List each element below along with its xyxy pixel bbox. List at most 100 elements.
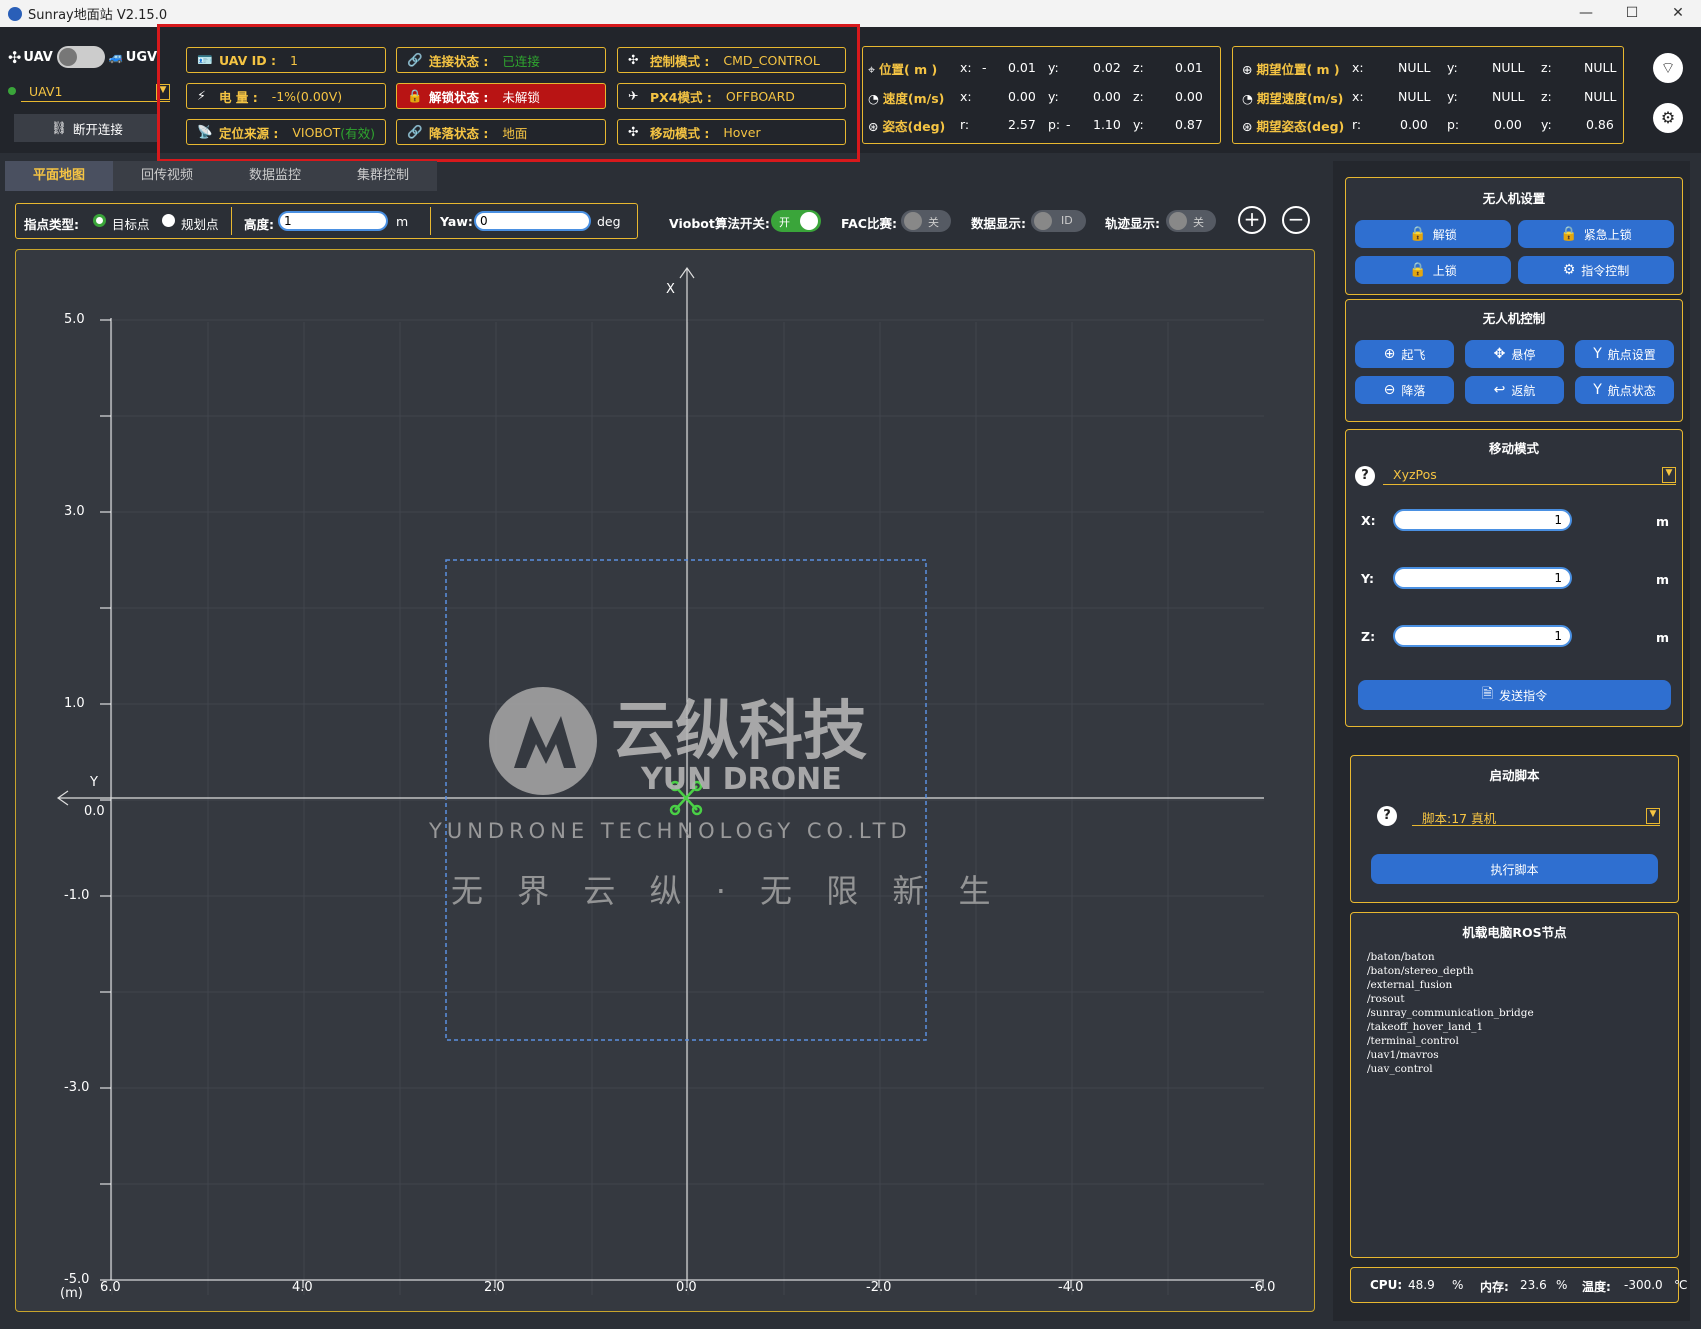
move-mode-select[interactable]: XyzPos ▼ [1383, 467, 1676, 485]
return-label: 返航 [1511, 383, 1536, 398]
gyro-icon: ⊛ [868, 119, 883, 134]
help-icon[interactable]: ? [1355, 466, 1375, 486]
cpu-label: CPU: [1370, 1278, 1403, 1292]
velocity-row: ◔ 速度(m/s) [868, 88, 944, 107]
vehicle-type-switch[interactable]: ✣ UAV 🚙 UGV [8, 46, 157, 68]
script-select[interactable]: 脚本:17 真机 ▼ [1412, 808, 1660, 826]
x-input[interactable]: 1 [1393, 509, 1572, 531]
track-toggle[interactable]: 关 [1166, 210, 1216, 232]
datt-y-key: y: [1541, 117, 1552, 132]
tab-swarm[interactable]: 集群控制 [329, 161, 437, 191]
map-view[interactable]: X Y 5.0 3.0 1.0 0.0 -1.0 -3.0 -5.0 (m) 6… [15, 249, 1315, 1312]
vehicle-toggle[interactable] [56, 46, 105, 68]
help-icon[interactable]: ? [1377, 806, 1397, 826]
z-unit: m [1656, 630, 1670, 645]
command-control-button[interactable]: ⚙ 指令控制 [1518, 256, 1674, 284]
tab-map[interactable]: 平面地图 [5, 161, 114, 191]
tab-video[interactable]: 回传视频 [113, 161, 221, 191]
pos-y: 0.02 [1093, 60, 1121, 75]
takeoff-label: 起飞 [1401, 347, 1426, 362]
brand-full-name: YUNDRONE TECHNOLOGY CO.LTD [429, 819, 912, 843]
temp-label: 温度: [1582, 1280, 1611, 1294]
plan-radio[interactable] [162, 214, 175, 227]
waypoint-status-button[interactable]: Y 航点状态 [1575, 376, 1674, 404]
land-button[interactable]: ⊖ 降落 [1355, 376, 1454, 404]
takeoff-button[interactable]: ⊕ 起飞 [1355, 340, 1454, 368]
x-tick-4: 4.0 [292, 1280, 313, 1295]
run-script-button[interactable]: 执行脚本 [1371, 854, 1658, 884]
mem-unit: % [1556, 1278, 1568, 1292]
y-axis-label: Y [90, 775, 98, 790]
hover-button[interactable]: ✥ 悬停 [1465, 340, 1564, 368]
lock-button[interactable]: 🔒 上锁 [1355, 256, 1511, 284]
vel-y: 0.00 [1093, 89, 1121, 104]
height-unit: m [396, 214, 409, 229]
tab-monitor[interactable]: 数据监控 [221, 161, 329, 191]
vel-x: 0.00 [1008, 89, 1036, 104]
send-command-button[interactable]: 🗎 发送指令 [1358, 680, 1671, 710]
disconnect-button[interactable]: ⛓ 断开连接 [14, 114, 160, 142]
ros-node: /baton/baton [1367, 951, 1435, 963]
waypoint-settings-button[interactable]: Y 航点设置 [1575, 340, 1674, 368]
waypoint-status-label: 航点状态 [1607, 383, 1656, 398]
minimize-button[interactable]: — [1563, 0, 1609, 27]
zoom-out-button[interactable]: − [1282, 206, 1310, 234]
zoom-in-button[interactable]: + [1238, 206, 1266, 234]
script-title: 启动脚本 [1489, 768, 1540, 783]
viobot-toggle[interactable]: 开 [771, 210, 821, 232]
dpos-z-key: z: [1541, 60, 1552, 75]
gyro-icon: ⊛ [1242, 119, 1257, 134]
viobot-label: Viobot算法开关: [669, 216, 770, 231]
data-display-toggle[interactable]: ID [1031, 210, 1086, 232]
z-input[interactable]: 1 [1393, 625, 1572, 647]
unlock-label: 解锁 [1432, 227, 1457, 242]
command-icon: ⚙ [1562, 262, 1576, 278]
x-tick-minus4: -4.0 [1058, 1280, 1084, 1295]
brand-name-en: YUN DRONE [641, 762, 842, 797]
y-input[interactable]: 1 [1393, 567, 1572, 589]
target-radio[interactable] [93, 214, 106, 227]
gear-icon[interactable]: ⚙ [1653, 103, 1683, 133]
emergency-lock-button[interactable]: 🔒 紧急上锁 [1518, 220, 1674, 248]
att-label: 姿态(deg) [882, 119, 946, 134]
move-mode-value: XyzPos [1393, 467, 1437, 482]
online-indicator [8, 87, 16, 95]
datt-p: 0.00 [1494, 117, 1522, 132]
dvel-x-key: x: [1352, 89, 1364, 104]
height-input[interactable]: 1 [278, 211, 388, 231]
waypoint-settings-label: 航点设置 [1607, 347, 1656, 362]
x-unit: m [1656, 514, 1670, 529]
divider [430, 207, 431, 235]
datt-y: 0.86 [1586, 117, 1614, 132]
close-button[interactable]: ✕ [1655, 0, 1701, 27]
unlock-button[interactable]: 🔒 解锁 [1355, 220, 1511, 248]
run-script-label: 执行脚本 [1490, 862, 1539, 877]
plan-radio-label: 规划点 [181, 217, 219, 232]
dvel-y: NULL [1492, 89, 1525, 104]
cpu-value: 48.9 [1408, 1278, 1435, 1292]
return-button[interactable]: ↩ 返航 [1465, 376, 1564, 404]
desired-pos-row: ⊕ 期望位置( m ) [1242, 59, 1340, 78]
datt-p-key: p: [1447, 117, 1460, 132]
vel-label: 速度(m/s) [882, 91, 945, 106]
y-tick-minus3: -3.0 [64, 1080, 90, 1095]
target-icon: ⊕ [1242, 62, 1257, 77]
data-display-state: ID [1061, 214, 1073, 227]
ugv-label: UGV [125, 49, 158, 65]
ros-node: /rosout [1367, 993, 1405, 1005]
window-title: Sunray地面站 V2.15.0 [28, 8, 168, 23]
maximize-button[interactable]: ☐ [1609, 0, 1655, 27]
temp-value: -300.0 [1624, 1278, 1663, 1292]
y-unit: m [1656, 572, 1670, 587]
vehicle-select[interactable]: UAV1 ▼ [21, 84, 170, 102]
yaw-input[interactable]: 0 [474, 211, 591, 231]
highlight-frame [157, 24, 860, 162]
pos-z: 0.01 [1175, 60, 1203, 75]
fac-toggle[interactable]: 关 [901, 210, 951, 232]
brand-name-cn: 云纵科技 [611, 695, 867, 769]
app-logo-icon [8, 6, 22, 21]
ros-node-list: /baton/baton /baton/stereo_depth /extern… [1367, 950, 1667, 1076]
unlink-icon: ⛓ [51, 120, 67, 135]
y-label: Y: [1361, 571, 1374, 586]
wifi-icon[interactable]: ⌔ [1653, 53, 1683, 83]
